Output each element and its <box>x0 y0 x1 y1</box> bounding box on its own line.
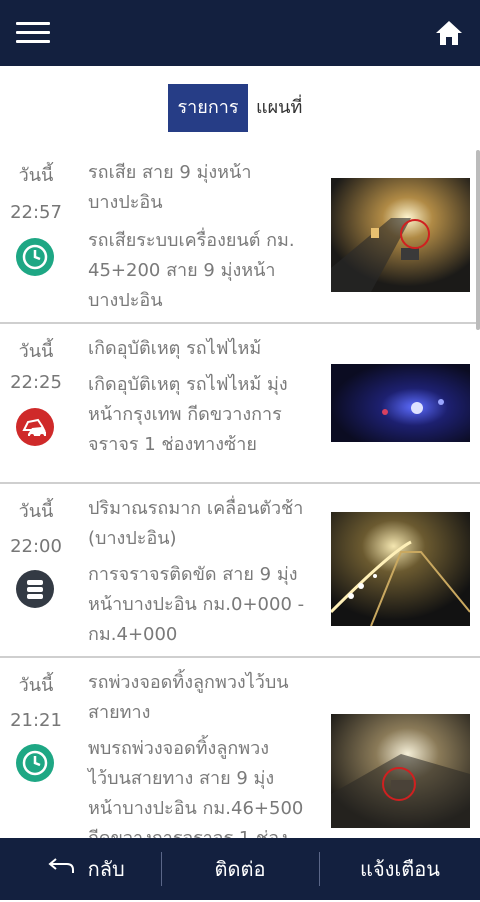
car-crash-icon <box>16 408 54 446</box>
cctv-thumbnail[interactable] <box>331 364 470 442</box>
incident-list: วันนี้ 22:57 รถเสีย สาย 9 มุ่งหน้า บางปะ… <box>0 148 480 838</box>
incident-title: ปริมาณรถมาก เคลื่อนตัวช้า (บางปะอิน) <box>88 498 304 549</box>
incident-time: 22:25 <box>10 372 62 393</box>
incident-item[interactable]: วันนี้ 22:25 เกิดอุบัติเหตุ รถไฟไหม้ เกิ… <box>0 324 480 484</box>
incident-detail: พบรถพ่วงจอดทิ้งลูกพวง ไว้บนสายทาง สาย 9 … <box>88 738 304 838</box>
bottom-nav-bar: กลับ ติดต่อ แจ้งเตือน <box>0 838 480 900</box>
incident-detail: เกิดอุบัติเหตุ รถไฟไหม้ มุ่ง หน้ากรุงเทพ… <box>88 374 288 455</box>
back-button[interactable]: กลับ <box>20 838 150 900</box>
view-tabs: รายการ แผนที่ <box>0 84 480 132</box>
cctv-thumbnail[interactable] <box>331 714 470 828</box>
incident-day: วันนี้ <box>18 501 54 522</box>
incident-day: วันนี้ <box>18 675 54 696</box>
clock-icon <box>16 238 54 276</box>
incident-time: 22:00 <box>10 536 62 557</box>
incident-detail: การจราจรติดขัด สาย 9 มุ่ง หน้าบางปะอิน ก… <box>88 564 305 645</box>
incident-title: รถพ่วงจอดทิ้งลูกพวงไว้บน สายทาง <box>88 672 289 723</box>
tab-list[interactable]: รายการ <box>168 84 248 132</box>
incident-detail: รถเสียระบบเครื่องยนต์ กม. 45+200 สาย 9 ม… <box>88 230 295 311</box>
back-arrow-icon <box>45 840 75 902</box>
cctv-thumbnail[interactable] <box>331 512 470 626</box>
incident-day: วันนี้ <box>18 165 54 186</box>
traffic-jam-icon <box>16 570 54 608</box>
hamburger-menu-icon[interactable] <box>16 22 50 44</box>
back-label: กลับ <box>87 857 125 881</box>
home-icon[interactable] <box>434 18 464 48</box>
incident-item[interactable]: วันนี้ 21:21 รถพ่วงจอดทิ้งลูกพวงไว้บน สา… <box>0 658 480 838</box>
incident-time: 22:57 <box>10 202 62 223</box>
incident-title: รถเสีย สาย 9 มุ่งหน้า บางปะอิน <box>88 162 252 213</box>
incident-item[interactable]: วันนี้ 22:57 รถเสีย สาย 9 มุ่งหน้า บางปะ… <box>0 148 480 324</box>
scrollbar[interactable] <box>476 150 480 330</box>
tab-map[interactable]: แผนที่ <box>256 84 302 132</box>
incident-day: วันนี้ <box>18 341 54 362</box>
alert-button[interactable]: แจ้งเตือน <box>320 838 480 900</box>
incident-time: 21:21 <box>10 710 62 731</box>
clock-icon <box>16 744 54 782</box>
top-app-bar <box>0 0 480 66</box>
incident-item[interactable]: วันนี้ 22:00 ปริมาณรถมาก เคลื่อนตัวช้า (… <box>0 484 480 658</box>
contact-button[interactable]: ติดต่อ <box>162 838 318 900</box>
incident-title: เกิดอุบัติเหตุ รถไฟไหม้ <box>88 338 262 359</box>
cctv-thumbnail[interactable] <box>331 178 470 292</box>
